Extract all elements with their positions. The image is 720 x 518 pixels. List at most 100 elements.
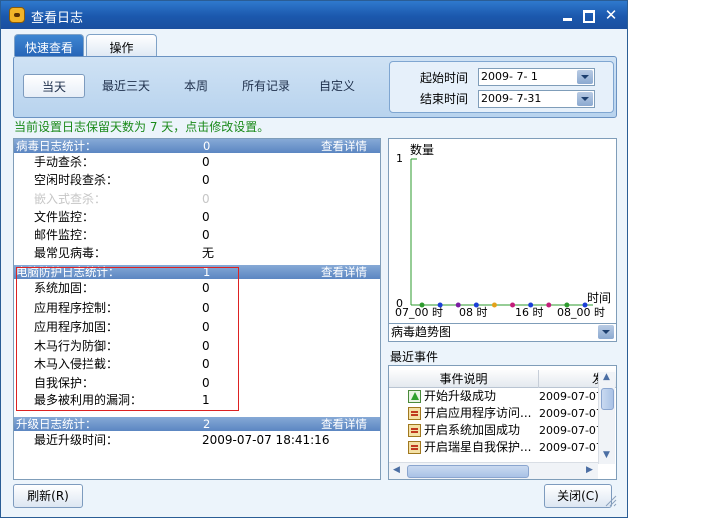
- stat-row: 手动查杀： 0: [14, 153, 380, 171]
- chart-type-value: 病毒趋势图: [391, 325, 452, 339]
- data-point: [564, 302, 570, 308]
- event-text: 开启应用程序访问...: [424, 406, 532, 420]
- virus-log-section-header: 病毒日志统计： 0 查看详情: [14, 139, 380, 153]
- end-time-label: 结束时间: [420, 92, 469, 106]
- window-title: 查看日志: [31, 11, 84, 26]
- filter-toolbar: 当天 最近三天 本周 所有记录 自定义 起始时间 2009- 7- 1 结束时间…: [13, 56, 617, 118]
- upgrade-log-section-header: 升级日志统计： 2 查看详情: [14, 417, 380, 431]
- log-doc-icon: [408, 407, 421, 420]
- start-time-label: 起始时间: [420, 71, 469, 85]
- chevron-down-icon[interactable]: [577, 92, 593, 106]
- data-point: [510, 302, 516, 308]
- minimize-button[interactable]: [561, 9, 575, 23]
- filter-today-button[interactable]: 当天: [23, 74, 85, 98]
- log-doc-icon: [408, 441, 421, 454]
- trend-chart-panel: 数量 1 0 时间 07_00 时 08 时 16 时 08_00 时 病毒趋势…: [388, 138, 617, 342]
- log-viewer-window: 查看日志 ✕ 快速查看 操作 当天 最近三天 本周 所有记录 自定义 起始时间 …: [0, 0, 628, 518]
- stat-row: 空闲时段查杀： 0: [14, 171, 380, 189]
- end-time-value: 2009- 7-31: [481, 92, 542, 105]
- data-point: [437, 302, 443, 308]
- filter-all-records-button[interactable]: 所有记录: [235, 74, 297, 98]
- stat-value: 2009-07-07 18:41:16: [202, 433, 330, 447]
- event-row[interactable]: 开始升级成功 2009-07-07: [393, 388, 603, 405]
- tab-operations[interactable]: 操作: [86, 34, 157, 56]
- event-date: 2009-07-07: [539, 424, 603, 437]
- vertical-scrollbar[interactable]: ▲ ▼: [598, 372, 615, 464]
- stat-value: 0: [202, 173, 210, 187]
- chevron-down-icon[interactable]: [598, 325, 614, 339]
- stat-label: 邮件监控：: [34, 228, 95, 242]
- title-bar[interactable]: 查看日志 ✕: [1, 1, 627, 29]
- start-time-select[interactable]: 2009- 7- 1: [478, 68, 595, 86]
- chart-type-select[interactable]: 病毒趋势图: [389, 323, 616, 341]
- scroll-left-icon[interactable]: ◀: [393, 465, 400, 475]
- tab-quick-view[interactable]: 快速查看: [14, 34, 84, 56]
- event-row[interactable]: 开启系统加固成功 2009-07-07: [393, 422, 603, 439]
- stat-label: 最近升级时间：: [34, 433, 119, 447]
- data-point: [491, 302, 497, 308]
- protection-details-link[interactable]: 查看详情: [321, 265, 367, 279]
- data-point: [528, 302, 534, 308]
- stat-value: 0: [202, 192, 210, 206]
- filter-last-three-days-button[interactable]: 最近三天: [94, 74, 158, 98]
- column-header-description[interactable]: 事件说明: [389, 370, 539, 388]
- stat-row: 最近升级时间： 2009-07-07 18:41:16: [14, 431, 380, 449]
- filter-custom-button[interactable]: 自定义: [312, 74, 362, 98]
- filter-this-week-button[interactable]: 本周: [174, 74, 218, 98]
- stat-label: 文件监控：: [34, 210, 95, 224]
- vertical-scroll-thumb[interactable]: [601, 388, 614, 410]
- section-count: 0: [203, 139, 211, 153]
- recent-events-title: 最近事件: [390, 350, 439, 364]
- upgrade-arrow-icon: [408, 390, 421, 403]
- stat-value: 0: [202, 228, 210, 242]
- recent-events-list: 事件说明 发 开始升级成功 2009-07-07 开启应用程序访问... 200…: [388, 365, 617, 480]
- scroll-down-icon[interactable]: ▼: [603, 450, 610, 460]
- upgrade-details-link[interactable]: 查看详情: [321, 417, 367, 431]
- resize-grip-icon[interactable]: [603, 493, 617, 507]
- stat-row: 嵌入式查杀： 0: [14, 190, 380, 208]
- event-text: 开启瑞星自我保护...: [424, 440, 532, 454]
- virus-details-link[interactable]: 查看详情: [321, 139, 367, 153]
- section-count: 2: [203, 417, 211, 431]
- start-time-value: 2009- 7- 1: [481, 70, 538, 83]
- stat-label: 嵌入式查杀：: [34, 192, 107, 206]
- stat-row: 邮件监控： 0: [14, 226, 380, 244]
- log-doc-icon: [408, 424, 421, 437]
- scroll-up-icon[interactable]: ▲: [603, 372, 610, 382]
- horizontal-scrollbar[interactable]: ◀ ▶: [389, 462, 598, 479]
- data-point: [419, 302, 425, 308]
- close-button[interactable]: 关闭(C): [544, 484, 612, 508]
- data-point: [473, 302, 479, 308]
- end-time-select[interactable]: 2009- 7-31: [478, 90, 595, 108]
- chevron-down-icon[interactable]: [577, 70, 593, 84]
- event-date: 2009-07-07: [539, 407, 603, 420]
- retention-notice-link[interactable]: 当前设置日志保留天数为 7 天，点击修改设置。: [14, 118, 269, 135]
- maximize-button[interactable]: [582, 9, 596, 23]
- horizontal-scroll-thumb[interactable]: [407, 465, 529, 478]
- data-point: [582, 302, 588, 308]
- stat-label: 最常见病毒：: [34, 246, 107, 260]
- app-logo-icon: [9, 7, 25, 23]
- trend-chart-plot: [410, 158, 593, 308]
- stat-row: 最常见病毒： 无: [14, 244, 380, 262]
- data-point: [455, 302, 461, 308]
- section-title: 升级日志统计：: [16, 417, 97, 431]
- time-range-box: 起始时间 2009- 7- 1 结束时间 2009- 7-31: [389, 61, 614, 113]
- highlight-box: [16, 267, 239, 411]
- stat-value: 0: [202, 210, 210, 224]
- stat-label: 手动查杀：: [34, 155, 95, 169]
- data-point: [546, 302, 552, 308]
- event-date: 2009-07-07: [539, 390, 603, 403]
- event-row[interactable]: 开启应用程序访问... 2009-07-07: [393, 405, 603, 422]
- refresh-button[interactable]: 刷新(R): [13, 484, 83, 508]
- events-table-header: 事件说明 发: [389, 370, 616, 388]
- event-row[interactable]: 开启瑞星自我保护... 2009-07-07: [393, 439, 603, 456]
- stat-value: 无: [202, 246, 215, 260]
- section-title: 病毒日志统计：: [16, 139, 97, 153]
- close-window-button[interactable]: ✕: [604, 8, 618, 23]
- scroll-right-icon[interactable]: ▶: [586, 465, 593, 475]
- stat-value: 0: [202, 155, 210, 169]
- trend-chart: 数量 1 0 时间 07_00 时 08 时 16 时 08_00 时: [389, 139, 616, 319]
- stat-label: 空闲时段查杀：: [34, 173, 119, 187]
- event-text: 开启系统加固成功: [424, 423, 521, 437]
